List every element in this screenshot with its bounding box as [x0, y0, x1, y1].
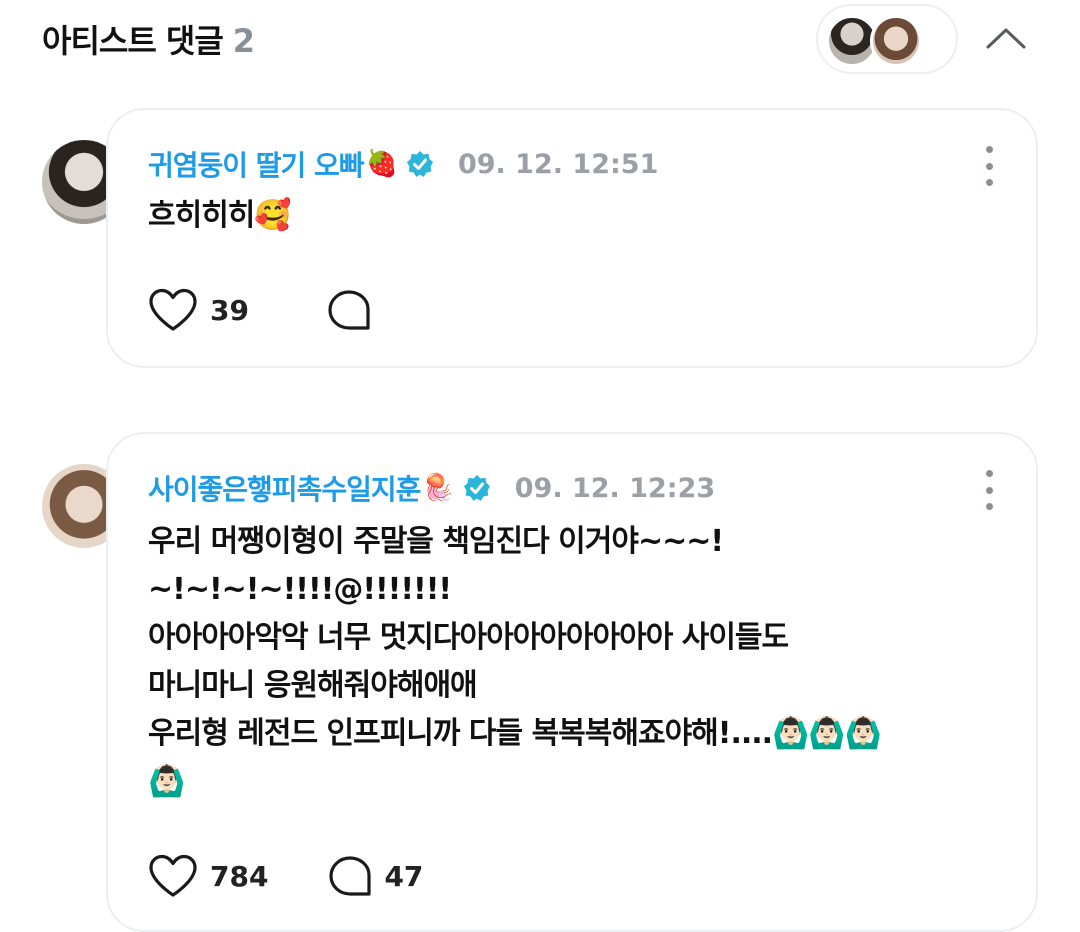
reply-count: 47 [384, 859, 424, 893]
more-options-button[interactable] [982, 146, 996, 186]
more-dot [985, 162, 993, 170]
comment-line: 우리 머쨍이형이 주말을 책임진다 이거야~~~! [148, 524, 724, 559]
more-vertical-icon [985, 470, 993, 477]
reply-button[interactable] [327, 289, 383, 331]
comment-line: 흐히히히🥰 [148, 198, 292, 233]
comment-line: 🙆🏻‍♂️ [148, 764, 185, 799]
chevron-up-icon [986, 28, 1026, 49]
comment-meta: 귀염둥이 딸기 오빠 🍓 09. 12. 12:51 [148, 144, 658, 184]
more-options-button[interactable] [982, 470, 996, 510]
more-dot [985, 486, 993, 494]
like-button[interactable]: 784 [148, 854, 268, 898]
comment-bubble-icon [328, 290, 370, 330]
comment-count: 2 [232, 22, 255, 60]
artist-avatars-stack[interactable] [816, 4, 958, 74]
collapse-button[interactable] [982, 20, 1030, 56]
comment-timestamp: 09. 12. 12:51 [457, 148, 659, 180]
comment-actions: 784 47 [148, 854, 423, 898]
comment-card: 사이좋은햏피촉수일지훈 🪼 09. 12. 12:23 우리 머쨍이형이 주말을… [106, 432, 1038, 932]
comment-line: 우리형 레전드 인프피니까 다들 복복복해죠야해!....🙆🏻‍♂️🙆🏻‍♂️🙆… [148, 716, 882, 751]
like-count: 39 [210, 293, 249, 327]
reply-button[interactable]: 47 [328, 855, 423, 897]
heart-icon [149, 854, 197, 897]
comment-author[interactable]: 사이좋은햏피촉수일지훈 [148, 468, 421, 508]
like-button[interactable]: 39 [148, 288, 249, 332]
verified-badge-icon [463, 475, 490, 501]
comment-timestamp: 09. 12. 12:23 [514, 472, 716, 504]
verified-badge-icon [406, 151, 433, 177]
comment-line: 마니마니 응원해줘야해애애 [148, 668, 478, 703]
more-dot [985, 503, 993, 510]
more-vertical-icon [985, 146, 993, 153]
comment-bubble-icon [329, 856, 372, 896]
comment-text: 우리 머쨍이형이 주말을 책임진다 이거야~~~! ~!~!~!~!!!!@!!… [148, 518, 882, 806]
more-dot [985, 179, 993, 186]
like-count: 784 [210, 859, 269, 893]
comment-card: 귀염둥이 딸기 오빠 🍓 09. 12. 12:51 흐히히히🥰 39 [106, 108, 1038, 368]
section-title-label: 아티스트 댓글 [42, 22, 224, 60]
author-emoji: 🪼 [422, 473, 455, 503]
comment-actions: 39 [148, 288, 383, 332]
author-emoji: 🍓 [365, 149, 398, 179]
comment-text: 흐히히히🥰 [148, 192, 292, 240]
comment-line: 아아아아악악 너무 멋지다아아아아아아아아 사이들도 [148, 620, 789, 655]
artist-comments-header: 아티스트 댓글 2 [0, 0, 1080, 80]
heart-icon [149, 288, 197, 331]
section-title: 아티스트 댓글 2 [42, 16, 255, 62]
comment-meta: 사이좋은햏피촉수일지훈 🪼 09. 12. 12:23 [148, 468, 715, 508]
comment-author[interactable]: 귀염둥이 딸기 오빠 [148, 144, 365, 184]
artist-avatar-2 [870, 15, 922, 67]
comment-line: ~!~!~!~!!!!@!!!!!!! [148, 572, 452, 607]
